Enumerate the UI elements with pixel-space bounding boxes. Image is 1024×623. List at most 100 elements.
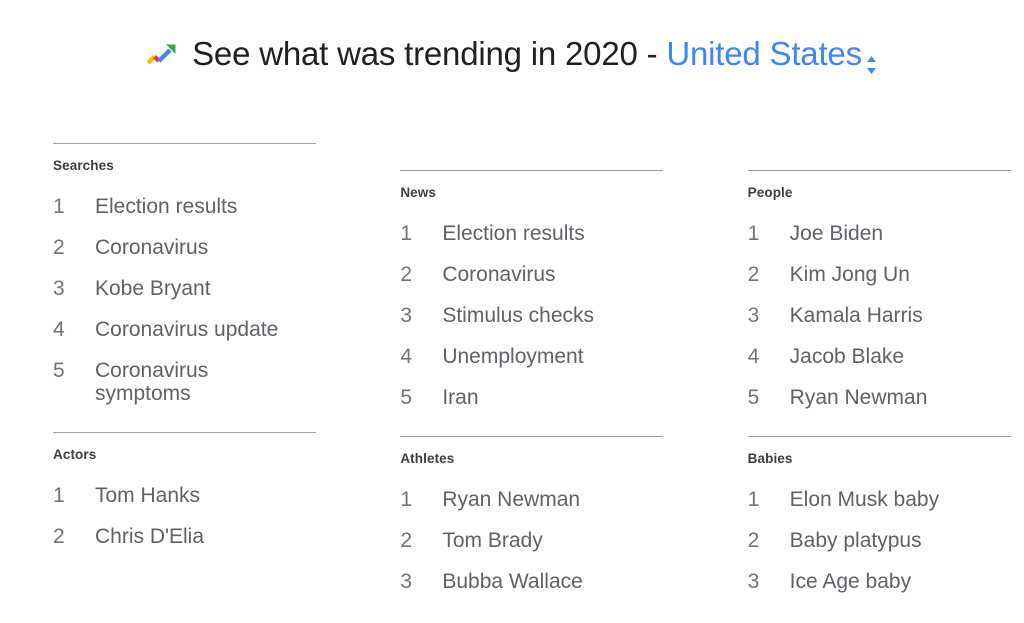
trending-categories-board: Searches 1 Election results 2 Coronavirus 3 Ko… [0, 143, 1024, 623]
rank-number: 3 [53, 277, 65, 301]
rank-number: 2 [53, 236, 65, 260]
rank-item[interactable]: 2 Baby platypus [748, 529, 1010, 552]
rank-number: 3 [400, 304, 413, 328]
rank-item[interactable]: 5 Iran [400, 386, 662, 409]
rank-label: Election results [95, 195, 238, 219]
rank-number: 1 [400, 488, 413, 512]
rank-number: 5 [53, 359, 65, 383]
rank-number: 3 [747, 304, 760, 328]
rank-label: Ice Age baby [789, 570, 912, 594]
rank-label: Tom Hanks [95, 484, 201, 508]
rank-item[interactable]: 1 Tom Hanks [53, 484, 315, 507]
category-section: Athletes 1 Ryan Newman 2 Tom Brady 3 Bubba Wal… [400, 409, 664, 593]
category-section: News 1 Election results 2 Coronavirus 3 Stimul… [400, 143, 664, 409]
google-trends-arrow-icon [145, 38, 179, 72]
rank-number: 3 [747, 570, 760, 594]
rank-label: Kim Jong Un [789, 263, 910, 287]
rank-item[interactable]: 1 Joe Biden [748, 222, 1010, 245]
region-selector[interactable]: United States [666, 32, 879, 76]
rank-number: 4 [400, 345, 413, 369]
region-name: United States [666, 35, 862, 73]
rank-item[interactable]: 5 Ryan Newman [748, 386, 1010, 409]
category-divider [400, 436, 664, 438]
rank-label: Iran [442, 386, 479, 410]
rank-item[interactable]: 3 Bubba Wallace [400, 570, 662, 593]
rank-label: Baby platypus [789, 529, 922, 553]
category-title: Athletes [400, 451, 455, 467]
rank-label: Tom Brady [442, 529, 543, 553]
rank-label: Elon Musk baby [789, 488, 940, 512]
rank-number: 3 [400, 570, 413, 594]
category-divider [53, 143, 316, 145]
rank-item[interactable]: 3 Stimulus checks [400, 304, 662, 327]
rank-label: Joe Biden [789, 222, 884, 246]
rank-label: Coronavirus symptoms [95, 359, 209, 406]
rank-number: 2 [747, 529, 760, 553]
rank-list: 1 Joe Biden 2 Kim Jong Un 3 Kamala Harris 4 Jac… [748, 222, 1010, 409]
rank-number: 4 [53, 318, 65, 342]
category-divider [747, 436, 1011, 438]
category-section: Babies 1 Elon Musk baby 2 Baby platypus 3 Ice … [747, 409, 1011, 593]
rank-list: 1 Election results 2 Coronavirus 3 Kobe Bryan… [53, 195, 315, 405]
rank-label: Coronavirus [442, 263, 556, 287]
rank-label: Ryan Newman [442, 488, 581, 512]
rank-item[interactable]: 2 Coronavirus [53, 236, 315, 259]
rank-number: 5 [747, 386, 760, 410]
category-title: People [747, 185, 793, 201]
rank-number: 1 [747, 222, 760, 246]
rank-label: Unemployment [442, 345, 584, 369]
category-divider [53, 432, 316, 434]
page-title: See what was trending in 2020 - United S… [192, 32, 879, 76]
rank-number: 1 [747, 488, 760, 512]
rank-number: 2 [400, 263, 413, 287]
rank-label: Kamala Harris [789, 304, 923, 328]
rank-item[interactable]: 5 Coronavirus symptoms [53, 359, 315, 405]
rank-label: Coronavirus [95, 236, 209, 260]
category-divider [400, 170, 664, 172]
rank-number: 1 [53, 484, 65, 508]
rank-item[interactable]: 2 Kim Jong Un [748, 263, 1010, 286]
rank-number: 2 [400, 529, 413, 553]
category-divider [747, 170, 1011, 172]
category-section: Searches 1 Election results 2 Coronavirus 3 Ko… [53, 143, 316, 405]
rank-label: Jacob Blake [789, 345, 905, 369]
rank-item[interactable]: 1 Election results [53, 195, 315, 218]
rank-label: Stimulus checks [442, 304, 595, 328]
rank-item[interactable]: 1 Elon Musk baby [748, 488, 1010, 511]
rank-item[interactable]: 3 Kamala Harris [748, 304, 1010, 327]
category-title: Babies [747, 451, 793, 467]
rank-label: Election results [442, 222, 585, 246]
rank-item[interactable]: 2 Chris D'Elia [53, 525, 315, 548]
rank-item[interactable]: 4 Jacob Blake [748, 345, 1010, 368]
category-title: Searches [53, 158, 114, 174]
rank-list: 1 Elon Musk baby 2 Baby platypus 3 Ice Age ba… [748, 488, 1010, 593]
rank-list: 1 Election results 2 Coronavirus 3 Stimulus c… [400, 222, 662, 409]
rank-number: 4 [747, 345, 760, 369]
rank-label: Chris D'Elia [95, 525, 205, 549]
rank-item[interactable]: 3 Kobe Bryant [53, 277, 315, 300]
rank-item[interactable]: 3 Ice Age baby [748, 570, 1010, 593]
rank-label: Kobe Bryant [95, 277, 211, 301]
rank-item[interactable]: 4 Unemployment [400, 345, 662, 368]
rank-item[interactable]: 2 Tom Brady [400, 529, 662, 552]
page-title-prefix: See what was trending in 2020 - [192, 35, 667, 73]
rank-item[interactable]: 2 Coronavirus [400, 263, 662, 286]
page-header: See what was trending in 2020 - United S… [0, 0, 1024, 98]
rank-list: 1 Ryan Newman 2 Tom Brady 3 Bubba Wallace [400, 488, 662, 593]
header-inner: See what was trending in 2020 - United S… [145, 10, 879, 98]
rank-number: 1 [400, 222, 413, 246]
category-title: Actors [53, 447, 97, 463]
rank-label: Coronavirus update [95, 318, 279, 342]
chevron-up-down-icon[interactable] [864, 44, 879, 75]
rank-item[interactable]: 1 Election results [400, 222, 662, 245]
rank-number: 2 [53, 525, 65, 549]
category-title: News [400, 185, 436, 201]
rank-number: 5 [400, 386, 413, 410]
rank-item[interactable]: 4 Coronavirus update [53, 318, 315, 341]
rank-number: 1 [53, 195, 65, 219]
rank-item[interactable]: 1 Ryan Newman [400, 488, 662, 511]
rank-label: Bubba Wallace [442, 570, 583, 594]
category-section: Actors 1 Tom Hanks 2 Chris D'Elia [53, 405, 316, 548]
rank-list: 1 Tom Hanks 2 Chris D'Elia [53, 484, 315, 548]
rank-number: 2 [747, 263, 760, 287]
